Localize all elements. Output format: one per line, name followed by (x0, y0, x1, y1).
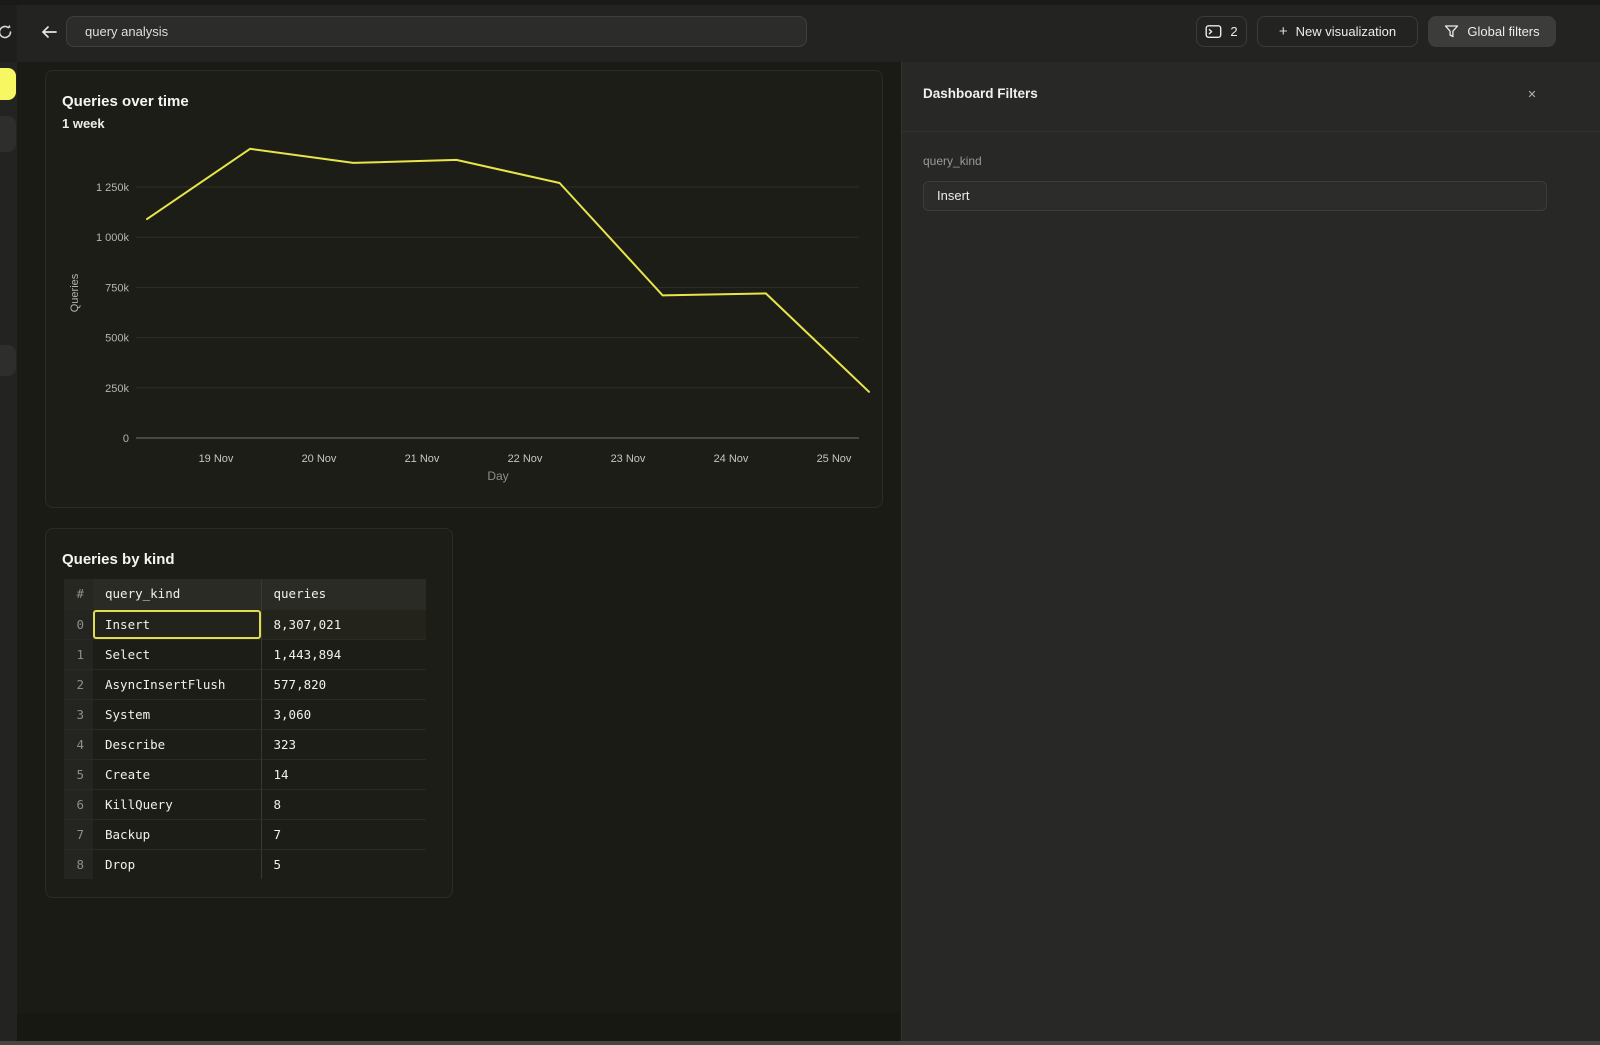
queries-value-cell[interactable]: 8,307,021 (261, 609, 426, 639)
rail-item-2[interactable] (0, 116, 16, 152)
y-tick-label: 1 250k (96, 182, 130, 194)
query-kind-cell[interactable]: Drop (93, 849, 261, 879)
dashboard-title-input[interactable]: query analysis (66, 16, 807, 47)
query-kind-cell[interactable]: AsyncInsertFlush (93, 669, 261, 699)
sql-console-tabs-button[interactable]: 2 (1196, 16, 1247, 47)
window-bottom-edge (0, 1041, 1600, 1045)
table-row: 3System3,060 (64, 699, 426, 729)
table-row: 2AsyncInsertFlush577,820 (64, 669, 426, 699)
table-row: 7Backup7 (64, 819, 426, 849)
query-kind-cell[interactable]: Backup (93, 819, 261, 849)
row-index-cell: 3 (64, 699, 93, 729)
column-header-query_kind: query_kind (93, 579, 261, 609)
row-index-cell: 4 (64, 729, 93, 759)
row-index-cell: 0 (64, 609, 93, 639)
back-button[interactable] (36, 19, 62, 45)
table-row: 1Select1,443,894 (64, 639, 426, 669)
y-tick-label: 0 (123, 433, 129, 445)
panel-divider (902, 131, 1600, 132)
query-kind-cell[interactable]: Create (93, 759, 261, 789)
y-tick-label: 250k (105, 383, 129, 395)
queries-over-time-card: Queries over time 1 week 0250k500k750k1 … (45, 70, 883, 508)
series-line-queries (147, 149, 869, 392)
row-index-cell: 1 (64, 639, 93, 669)
table-row: 8Drop5 (64, 849, 426, 879)
query-kind-filter-input[interactable]: Insert (923, 181, 1547, 211)
query-kind-cell[interactable]: Describe (93, 729, 261, 759)
table-row: 6KillQuery8 (64, 789, 426, 819)
x-tick-label: 22 Nov (508, 453, 543, 465)
queries-value-cell[interactable]: 323 (261, 729, 426, 759)
table-row: 5Create14 (64, 759, 426, 789)
funnel-icon (1444, 24, 1459, 39)
rail-item-3[interactable] (0, 345, 16, 376)
queries-value-cell[interactable]: 14 (261, 759, 426, 789)
table-header: #query_kindqueries (64, 579, 426, 609)
x-axis-label: Day (487, 469, 508, 483)
x-tick-label: 25 Nov (817, 453, 852, 465)
row-index-cell: 7 (64, 819, 93, 849)
plus-icon: + (1279, 23, 1288, 40)
filters-panel-title: Dashboard Filters (923, 86, 1038, 101)
console-icon (1205, 24, 1222, 39)
query-kind-cell[interactable]: Select (93, 639, 261, 669)
query-kind-field-label: query_kind (923, 154, 982, 168)
column-header-queries: queries (261, 579, 426, 609)
y-tick-label: 1 000k (96, 232, 130, 244)
queries-over-time-chart: 0 250k 500k 750k 1 000k 1 250k Queries 19 Nov 20… (46, 71, 882, 507)
x-tick-label: 21 Nov (405, 453, 440, 465)
y-axis-label: Queries (69, 273, 81, 312)
table-row: 0Insert8,307,021 (64, 609, 426, 639)
refresh-icon[interactable] (0, 21, 16, 43)
queries-by-kind-table: #query_kindqueries 0Insert8,307,0211Sele… (64, 579, 426, 879)
query-kind-cell[interactable]: Insert (93, 609, 261, 639)
dashboard-canvas: Queries over time 1 week 0250k500k750k1 … (17, 62, 901, 1045)
column-header-index: # (64, 579, 93, 609)
queries-value-cell[interactable]: 577,820 (261, 669, 426, 699)
query-kind-cell[interactable]: System (93, 699, 261, 729)
x-tick-label: 23 Nov (611, 453, 646, 465)
queries-value-cell[interactable]: 5 (261, 849, 426, 879)
table-row: 4Describe323 (64, 729, 426, 759)
table-title: Queries by kind (62, 551, 175, 568)
queries-value-cell[interactable]: 8 (261, 789, 426, 819)
rail-item-active[interactable] (0, 68, 16, 100)
new-visualization-button[interactable]: + New visualization (1257, 16, 1418, 47)
queries-by-kind-card: Queries by kind #query_kindqueries 0Inse… (45, 528, 453, 898)
global-filters-label: Global filters (1467, 24, 1539, 39)
row-index-cell: 8 (64, 849, 93, 879)
tab-count-label: 2 (1230, 24, 1237, 39)
queries-value-cell[interactable]: 3,060 (261, 699, 426, 729)
close-icon[interactable]: ✕ (1522, 84, 1542, 104)
y-tick-label: 750k (105, 282, 129, 294)
y-tick-label: 500k (105, 333, 129, 345)
queries-value-cell[interactable]: 1,443,894 (261, 639, 426, 669)
x-tick-label: 24 Nov (714, 453, 749, 465)
x-tick-label: 19 Nov (199, 453, 234, 465)
x-tick-label: 20 Nov (302, 453, 337, 465)
queries-table-body: 0Insert8,307,0211Select1,443,8942AsyncIn… (64, 609, 426, 879)
queries-value-cell[interactable]: 7 (261, 819, 426, 849)
row-index-cell: 5 (64, 759, 93, 789)
global-filters-button[interactable]: Global filters (1428, 16, 1556, 47)
query-kind-cell[interactable]: KillQuery (93, 789, 261, 819)
top-bar: query analysis 2 + New visualization Glo… (0, 0, 1600, 62)
window-top-edge (0, 0, 1600, 5)
row-index-cell: 2 (64, 669, 93, 699)
left-rail (0, 62, 17, 1045)
row-index-cell: 6 (64, 789, 93, 819)
dashboard-filters-panel: Dashboard Filters ✕ query_kind Insert (901, 62, 1600, 1045)
new-visualization-label: New visualization (1296, 24, 1396, 39)
